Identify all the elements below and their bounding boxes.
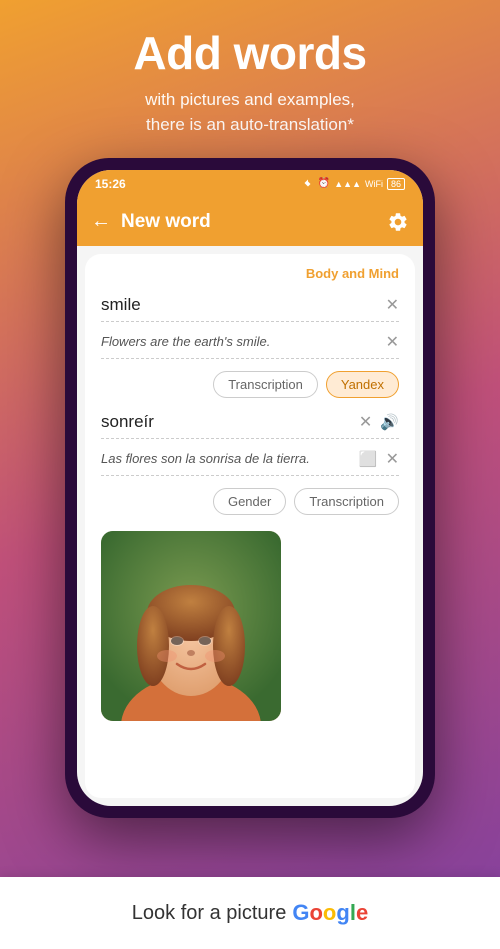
hero-title: Add words (20, 28, 480, 79)
translation-clear-icon[interactable]: ✕ (359, 412, 372, 432)
source-buttons-row: Transcription Yandex (101, 371, 399, 398)
example-input[interactable] (101, 334, 378, 349)
bluetooth-icon (302, 178, 314, 190)
speaker-icon[interactable]: 🔊 (380, 413, 399, 431)
person-image (101, 531, 281, 721)
target-buttons-row: Gender Transcription (101, 488, 399, 515)
photo-placeholder (101, 531, 281, 721)
word-input[interactable] (101, 295, 378, 315)
hero-subtitle: with pictures and examples, there is an … (20, 87, 480, 138)
word-photo[interactable] (101, 531, 281, 721)
transcription-button-2[interactable]: Transcription (294, 488, 399, 515)
phone-screen: 15:26 ⏰ ▲▲▲ WiFi 86 ← New word Body and … (77, 170, 423, 806)
copy-icon[interactable]: ⬜ (359, 450, 378, 468)
google-logo: Google (292, 900, 368, 926)
translation-example-input[interactable] (101, 451, 351, 466)
status-bar: 15:26 ⏰ ▲▲▲ WiFi 86 (77, 170, 423, 198)
translation-example-row: ⬜ ✕ (101, 443, 399, 476)
signal-icon: ▲▲▲ (334, 179, 361, 189)
status-time: 15:26 (95, 177, 126, 191)
alarm-icon: ⏰ (318, 178, 330, 189)
gender-button[interactable]: Gender (213, 488, 286, 515)
google-search-bar[interactable]: Look for a picture Google (0, 877, 500, 949)
translation-input-row: ✕ 🔊 (101, 406, 399, 439)
example-clear-icon[interactable]: ✕ (386, 332, 399, 352)
battery-icon: 86 (387, 178, 405, 190)
category-label[interactable]: Body and Mind (101, 266, 399, 281)
yandex-button[interactable]: Yandex (326, 371, 399, 398)
word-input-row: ✕ (101, 289, 399, 322)
phone-frame: 15:26 ⏰ ▲▲▲ WiFi 86 ← New word Body and … (65, 158, 435, 818)
transcription-button[interactable]: Transcription (213, 371, 318, 398)
status-icons: ⏰ ▲▲▲ WiFi 86 (302, 178, 405, 190)
screen-title: New word (121, 211, 387, 233)
hero-section: Add words with pictures and examples, th… (0, 0, 500, 148)
google-look-text: Look for a picture (132, 902, 287, 925)
app-header: ← New word (77, 198, 423, 246)
example-input-row: ✕ (101, 326, 399, 359)
wifi-icon: WiFi (365, 179, 383, 189)
translation-example-clear-icon[interactable]: ✕ (386, 449, 399, 469)
translation-input[interactable] (101, 412, 351, 432)
word-clear-icon[interactable]: ✕ (386, 295, 399, 315)
app-content: Body and Mind ✕ ✕ Transcription Yandex ✕… (85, 254, 415, 798)
back-button[interactable]: ← (91, 210, 111, 233)
settings-button[interactable] (387, 211, 409, 233)
